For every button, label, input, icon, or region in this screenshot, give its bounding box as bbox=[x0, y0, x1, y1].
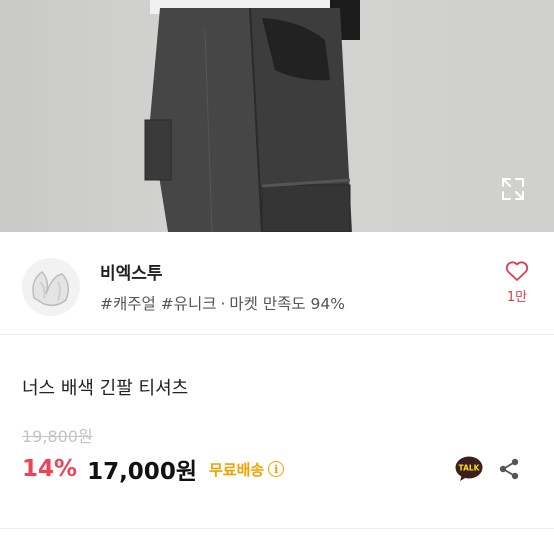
heart-outline-icon bbox=[505, 261, 529, 281]
product-photo[interactable] bbox=[0, 0, 554, 232]
discount-rate: 14% bbox=[22, 456, 78, 482]
expand-icon[interactable] bbox=[500, 176, 526, 202]
seller-section[interactable]: 비엑스투 #캐주얼 #유니크 · 마켓 만족도 94% 1만 bbox=[0, 232, 554, 334]
free-shipping-label: 무료배송 bbox=[208, 460, 265, 479]
sale-price: 17,000원 bbox=[87, 459, 197, 485]
product-image-pants bbox=[144, 0, 360, 232]
info-icon[interactable]: i bbox=[268, 461, 285, 477]
like-count: 1만 bbox=[506, 290, 528, 305]
separator: · bbox=[220, 295, 226, 313]
market-satisfaction: 마켓 만족도 94% bbox=[229, 295, 346, 313]
seller-name[interactable]: 비엑스투 bbox=[100, 259, 163, 284]
original-price: 19,800원 bbox=[22, 427, 93, 446]
talk-button[interactable]: TALK bbox=[455, 456, 483, 482]
seller-avatar[interactable] bbox=[22, 258, 80, 316]
talk-label: TALK bbox=[459, 464, 481, 473]
share-icon[interactable] bbox=[497, 457, 521, 481]
seller-tags: #캐주얼 #유니크 · 마켓 만족도 94% bbox=[100, 292, 345, 314]
bottom-divider bbox=[0, 528, 554, 529]
seller-hashtags: #캐주얼 #유니크 bbox=[100, 295, 217, 313]
seller-logo-icon bbox=[32, 271, 69, 307]
like-button[interactable]: 1만 bbox=[502, 260, 532, 305]
price-row: 14% 17,000원 무료배송 i bbox=[22, 452, 285, 486]
section-divider bbox=[0, 334, 554, 335]
product-title: 너스 배색 긴팔 티셔츠 bbox=[22, 378, 189, 399]
